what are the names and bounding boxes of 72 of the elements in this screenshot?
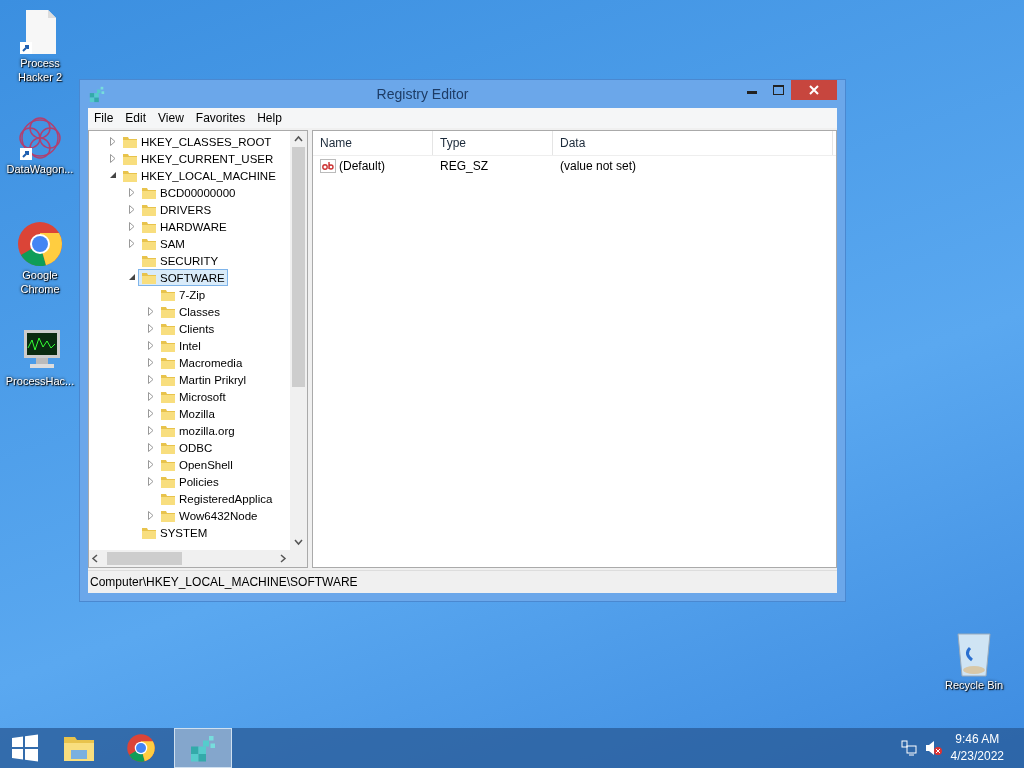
close-icon <box>809 85 819 95</box>
tree-node[interactable]: HKEY_CURRENT_USER <box>119 150 277 167</box>
collapsed-triangle-icon[interactable] <box>110 137 116 146</box>
clock[interactable]: 9:46 AM 4/23/2022 <box>950 731 1004 765</box>
tree-node[interactable]: BCD00000000 <box>138 184 239 201</box>
network-icon[interactable] <box>900 740 917 756</box>
tree-node[interactable]: Policies <box>157 473 222 490</box>
collapsed-triangle-icon[interactable] <box>148 443 154 452</box>
collapsed-triangle-icon[interactable] <box>148 341 154 350</box>
status-bar: Computer\HKEY_LOCAL_MACHINE\SOFTWARE <box>88 570 837 593</box>
close-button[interactable] <box>791 80 837 100</box>
registry-cubes-icon <box>88 85 106 103</box>
expanded-triangle-icon[interactable] <box>128 274 136 281</box>
collapsed-triangle-icon[interactable] <box>148 511 154 520</box>
vertical-scrollbar[interactable] <box>290 131 307 550</box>
tree-node[interactable]: SYSTEM <box>138 524 211 541</box>
tree-node[interactable]: OpenShell <box>157 456 236 473</box>
string-value-icon <box>320 159 336 173</box>
collapsed-triangle-icon[interactable] <box>148 460 154 469</box>
tree-node[interactable]: Macromedia <box>157 354 246 371</box>
collapsed-triangle-icon[interactable] <box>148 409 154 418</box>
collapsed-triangle-icon[interactable] <box>148 324 154 333</box>
collapsed-triangle-icon[interactable] <box>148 392 154 401</box>
menu-item[interactable]: Favorites <box>189 111 252 125</box>
maximize-icon <box>772 85 784 95</box>
window-title: Registry Editor <box>375 86 470 102</box>
tree-node[interactable]: Mozilla <box>157 405 218 422</box>
tree-node[interactable]: HARDWARE <box>138 218 230 235</box>
muted-speaker-icon[interactable] <box>924 740 943 756</box>
collapsed-triangle-icon[interactable] <box>148 477 154 486</box>
tree-node[interactable]: SAM <box>138 235 188 252</box>
value-type: REG_SZ <box>439 159 489 173</box>
collapsed-triangle-icon[interactable] <box>129 188 135 197</box>
collapsed-triangle-icon[interactable] <box>129 222 135 231</box>
tree-node[interactable]: Intel <box>157 337 204 354</box>
taskbar-button[interactable] <box>174 728 232 768</box>
windows-logo-icon <box>11 734 39 762</box>
tree-node[interactable]: Clients <box>157 320 218 337</box>
tree-node[interactable]: Microsoft <box>157 388 229 405</box>
menu-item[interactable]: View <box>152 111 190 125</box>
collapsed-triangle-icon[interactable] <box>148 358 154 367</box>
value-data: (value not set) <box>559 159 637 173</box>
tree-node[interactable]: mozilla.org <box>157 422 238 439</box>
menu-item[interactable]: Help <box>251 111 288 125</box>
tree-node[interactable]: ODBC <box>157 439 216 456</box>
collapsed-triangle-icon[interactable] <box>129 239 135 248</box>
tree-node[interactable]: RegisteredApplica <box>157 490 276 507</box>
chrome-icon <box>16 220 64 268</box>
collapsed-triangle-icon[interactable] <box>148 375 154 384</box>
tree-node[interactable]: Classes <box>157 303 223 320</box>
tree-node[interactable]: Wow6432Node <box>157 507 261 524</box>
collapsed-triangle-icon[interactable] <box>110 154 116 163</box>
tree-node[interactable]: SECURITY <box>138 252 222 269</box>
menu-item[interactable]: Edit <box>119 111 153 125</box>
recycle-bin-icon <box>954 630 994 678</box>
tree-node[interactable]: 7-Zip <box>157 286 209 303</box>
collapsed-triangle-icon[interactable] <box>129 205 135 214</box>
tree-node[interactable]: Martin Prikryl <box>157 371 250 388</box>
chrome-icon <box>126 733 156 763</box>
collapsed-triangle-icon[interactable] <box>148 307 154 316</box>
tree-node[interactable]: HKEY_CLASSES_ROOT <box>119 133 275 150</box>
tree-node[interactable]: HKEY_LOCAL_MACHINE <box>119 167 279 184</box>
folder-icon <box>63 734 95 762</box>
expanded-triangle-icon[interactable] <box>109 172 117 179</box>
registry-cubes-icon <box>188 733 218 763</box>
menu-item[interactable]: File <box>88 111 120 125</box>
tree-node[interactable]: DRIVERS <box>138 201 215 218</box>
value-name[interactable]: (Default) <box>339 159 385 173</box>
collapsed-triangle-icon[interactable] <box>148 426 154 435</box>
horizontal-scrollbar[interactable] <box>89 550 307 567</box>
tree-node[interactable]: SOFTWARE <box>138 269 228 286</box>
star-flower-icon <box>16 114 64 162</box>
